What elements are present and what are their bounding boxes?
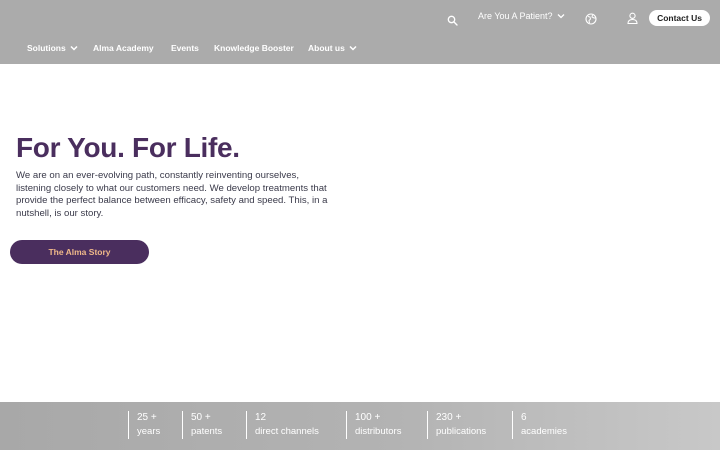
stat-label: publications (436, 426, 487, 437)
alma-story-button[interactable]: The Alma Story (10, 240, 149, 264)
stat-label: distributors (355, 426, 402, 437)
search-icon[interactable] (447, 13, 458, 31)
contact-us-button[interactable]: Contact Us (649, 10, 710, 26)
nav-item-alma-academy[interactable]: Alma Academy (93, 43, 154, 53)
stat-item: 6 academies (512, 411, 567, 439)
stat-number: 12 (255, 412, 267, 423)
stat-label: academies (521, 426, 567, 437)
stat-label: years (137, 426, 161, 437)
chevron-down-icon (557, 11, 565, 21)
nav-item-label: Solutions (27, 43, 66, 53)
stat-item: 100 + distributors (346, 411, 401, 439)
user-icon[interactable] (627, 11, 638, 29)
stat-number: 100 + (355, 412, 381, 423)
stat-item: 50 + patents (182, 411, 222, 439)
patient-dropdown[interactable]: Are You A Patient? (478, 11, 565, 21)
stat-number: 6 (521, 412, 527, 423)
stats-bar: 25 + years 50 + patents 12 direct channe… (0, 402, 720, 450)
stat-item: 230 + publications (427, 411, 486, 439)
nav-item-label: Knowledge Booster (214, 43, 294, 53)
nav-item-solutions[interactable]: Solutions (27, 43, 78, 53)
stat-item: 12 direct channels (246, 411, 319, 439)
nav-item-label: About us (308, 43, 345, 53)
stat-number: 50 + (191, 412, 211, 423)
top-bar: Are You A Patient? Contact Us (0, 0, 720, 36)
patient-label: Are You A Patient? (478, 11, 553, 21)
stat-number: 230 + (436, 412, 462, 423)
stat-number: 25 + (137, 412, 157, 423)
site-header: Are You A Patient? Contact Us Solutions … (0, 0, 720, 64)
nav-item-events[interactable]: Events (171, 43, 199, 53)
chevron-down-icon (349, 43, 357, 53)
chevron-down-icon (70, 43, 78, 53)
nav-item-about-us[interactable]: About us (308, 43, 357, 53)
stat-label: direct channels (255, 426, 319, 437)
hero-title: For You. For Life. (16, 132, 240, 163)
stat-item: 25 + years (128, 411, 160, 439)
stat-label: patents (191, 426, 223, 437)
globe-icon[interactable] (585, 12, 597, 30)
nav-item-label: Alma Academy (93, 43, 154, 53)
hero-description: We are on an ever-evolving path, constan… (16, 170, 328, 219)
nav-item-label: Events (171, 43, 199, 53)
nav-item-knowledge-booster[interactable]: Knowledge Booster (214, 43, 294, 53)
